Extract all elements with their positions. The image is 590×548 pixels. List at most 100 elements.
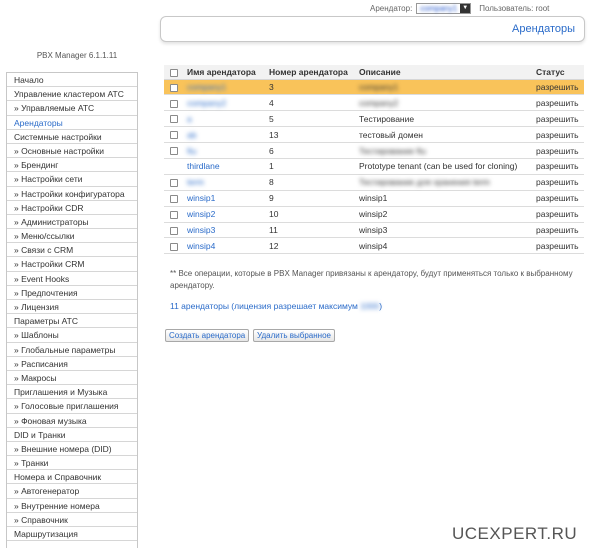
- sidebar-item[interactable]: Арендаторы: [7, 115, 137, 130]
- tenant-number-cell: 9: [266, 190, 356, 207]
- sidebar-item[interactable]: » Транки: [7, 456, 137, 471]
- tenant-description-cell: company2: [356, 94, 533, 112]
- sidebar-item[interactable]: » Голосовые приглашения: [7, 399, 137, 414]
- table-row[interactable]: winsip3 11 winsip3 разрешить: [164, 222, 584, 239]
- row-select-cell: [164, 222, 184, 239]
- sidebar-item[interactable]: » Настройки конфигуратора: [7, 186, 137, 201]
- sidebar-item[interactable]: » Настройки CDR: [7, 200, 137, 215]
- column-header-status[interactable]: Статус: [533, 65, 584, 80]
- sidebar-item[interactable]: Приглашения и Музыка: [7, 385, 137, 400]
- sidebar-item[interactable]: Параметры АТС: [7, 314, 137, 329]
- table-row[interactable]: winsip1 9 winsip1 разрешить: [164, 190, 584, 207]
- row-select-cell: [164, 94, 184, 112]
- sidebar-item[interactable]: » Шаблоны: [7, 328, 137, 343]
- table-row[interactable]: term 8 Тестирование для хранения term разре…: [164, 174, 584, 191]
- tenant-name-link[interactable]: term: [187, 177, 204, 187]
- tenant-name-link[interactable]: company2: [187, 98, 226, 108]
- table-row[interactable]: company1 3 company1 разрешить: [164, 79, 584, 96]
- tenant-number-cell: 4: [266, 94, 356, 112]
- column-header-description[interactable]: Описание: [356, 65, 533, 80]
- column-header-name[interactable]: Имя арендатора: [184, 65, 266, 80]
- tenant-description-cell: Тестирование для хранения term: [356, 174, 533, 191]
- row-checkbox[interactable]: [170, 194, 178, 203]
- tenant-number-cell: 12: [266, 237, 356, 255]
- tenant-description: company2: [359, 97, 399, 108]
- row-checkbox[interactable]: [170, 115, 178, 124]
- sidebar-item[interactable]: » Макросы: [7, 370, 137, 386]
- table-row[interactable]: ab 13 тестовый домен разрешить: [164, 126, 584, 144]
- tenant-name-cell: winsip2: [184, 206, 266, 223]
- sidebar-item[interactable]: Номера и Справочник: [7, 470, 137, 485]
- sidebar-item[interactable]: » Справочник: [7, 512, 137, 527]
- column-header-number[interactable]: Номер арендатора: [266, 65, 356, 80]
- tenant-description-cell: winsip3: [356, 222, 533, 239]
- tenant-description: winsip2: [359, 209, 388, 220]
- license-max: 1000: [360, 301, 380, 311]
- row-checkbox[interactable]: [170, 226, 178, 235]
- tenant-description: Тестирование для хранения term: [359, 177, 490, 188]
- sidebar-item[interactable]: Управление кластером АТС: [7, 87, 137, 102]
- table-row[interactable]: ftu 6 Тестирование ftu разрешить: [164, 142, 584, 159]
- sidebar-item[interactable]: » Основные настройки: [7, 143, 137, 159]
- sidebar-item[interactable]: » Связи с CRM: [7, 243, 137, 258]
- tenant-name-link[interactable]: winsip2: [187, 209, 215, 219]
- sidebar-item[interactable]: Системные настройки: [7, 129, 137, 144]
- sidebar-item[interactable]: » Глобальные параметры: [7, 342, 137, 357]
- sidebar-item[interactable]: Маршрутизация: [7, 527, 137, 542]
- select-all-checkbox[interactable]: [170, 68, 178, 77]
- chevron-down-icon[interactable]: ▼: [460, 3, 471, 13]
- sidebar-item[interactable]: » Лицензия: [7, 300, 137, 315]
- tenant-selector[interactable]: company1 ▼: [416, 2, 472, 14]
- tenant-name-link[interactable]: winsip4: [187, 241, 215, 251]
- table-row[interactable]: winsip4 12 winsip4 разрешить: [164, 237, 584, 255]
- sidebar-item[interactable]: » Внешние номера (DID): [7, 441, 137, 457]
- sidebar-item[interactable]: » Внутренние номера: [7, 498, 137, 513]
- sidebar-item[interactable]: » Администраторы: [7, 214, 137, 230]
- sidebar-item[interactable]: » Настройки CRM: [7, 257, 137, 272]
- tenant-description: Тестирование ftu: [359, 145, 426, 156]
- row-checkbox[interactable]: [170, 131, 178, 140]
- delete-selected-button[interactable]: Удалить выбранное: [253, 329, 335, 342]
- tenant-description: winsip3: [359, 224, 388, 235]
- table-row[interactable]: a 5 Тестирование разрешить: [164, 110, 584, 128]
- license-info[interactable]: 11 арендаторы (лицензия разрешает максим…: [170, 301, 382, 311]
- sidebar-item[interactable]: » Предпочтения: [7, 285, 137, 300]
- tenant-status-cell: разрешить: [533, 79, 584, 96]
- sidebar-item[interactable]: » Управляемые АТС: [7, 101, 137, 116]
- row-checkbox[interactable]: [170, 83, 178, 92]
- row-checkbox[interactable]: [170, 179, 178, 188]
- sidebar-item[interactable]: DID и Транки: [7, 427, 137, 442]
- license-info-suffix: ): [379, 301, 383, 311]
- row-select-cell: [164, 142, 184, 159]
- row-checkbox[interactable]: [170, 210, 178, 219]
- sidebar-item[interactable]: » Меню/ссылки: [7, 229, 137, 244]
- tenant-name-link[interactable]: a: [187, 114, 192, 124]
- create-tenant-button[interactable]: Создать арендатора: [165, 329, 250, 342]
- tenant-status-cell: разрешить: [533, 237, 584, 255]
- table-row[interactable]: company2 4 company2 разрешить: [164, 94, 584, 112]
- tenant-name-cell: winsip4: [184, 237, 266, 255]
- row-checkbox[interactable]: [170, 242, 178, 251]
- tenant-number-cell: 3: [266, 79, 356, 96]
- tenant-name-link[interactable]: ftu: [187, 146, 196, 156]
- tenant-status-cell: разрешить: [533, 110, 584, 128]
- tenant-name-link[interactable]: company1: [187, 82, 226, 92]
- tenant-number-cell: 11: [266, 222, 356, 239]
- sidebar-item[interactable]: » Фоновая музыка: [7, 413, 137, 428]
- sidebar-item[interactable]: Начало: [7, 73, 137, 88]
- tenant-name-link[interactable]: winsip1: [187, 193, 215, 203]
- table-row[interactable]: winsip2 10 winsip2 разрешить: [164, 206, 584, 223]
- tenant-name-link[interactable]: winsip3: [187, 225, 215, 235]
- row-checkbox[interactable]: [170, 99, 178, 108]
- row-checkbox[interactable]: [170, 147, 178, 156]
- tenant-description: winsip1: [359, 193, 388, 204]
- sidebar-item[interactable]: » Настройки сети: [7, 172, 137, 187]
- tenant-status-cell: разрешить: [533, 174, 584, 191]
- table-row[interactable]: thirdlane 1 Prototype tenant (can be used …: [164, 158, 584, 175]
- sidebar-item[interactable]: » Брендинг: [7, 158, 137, 173]
- tenant-name-link[interactable]: ab: [187, 130, 196, 140]
- tenant-name-link[interactable]: thirdlane: [187, 161, 220, 171]
- sidebar-item[interactable]: » Event Hooks: [7, 271, 137, 286]
- sidebar-item[interactable]: » Автогенератор: [7, 484, 137, 499]
- sidebar-item[interactable]: » Расписания: [7, 356, 137, 371]
